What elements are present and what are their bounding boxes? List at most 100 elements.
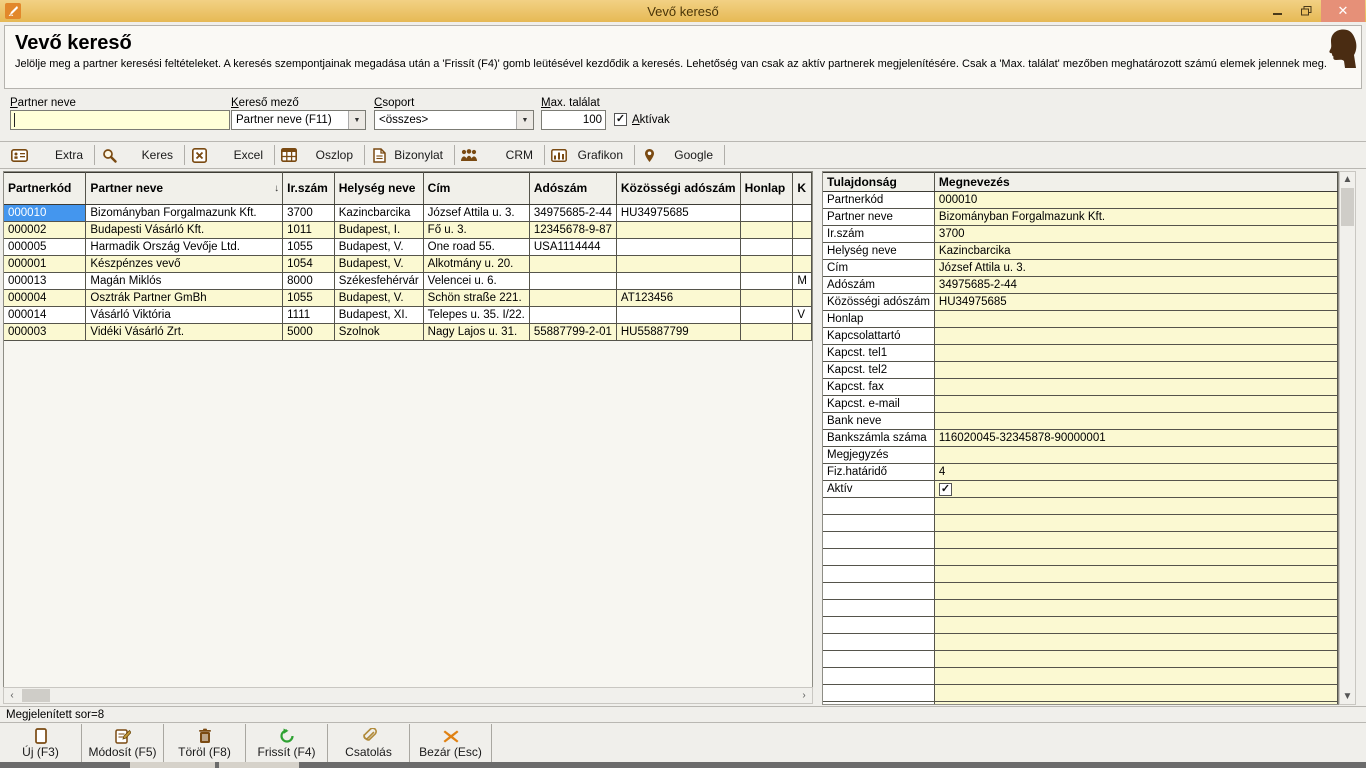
detail-row[interactable]: CímJózsef Attila u. 3. bbox=[823, 260, 1338, 277]
cell[interactable]: Fő u. 3. bbox=[423, 222, 529, 239]
cell[interactable] bbox=[529, 307, 616, 324]
action-button-frissít-f4[interactable]: Frissít (F4) bbox=[246, 724, 328, 762]
cell[interactable]: 3700 bbox=[283, 205, 335, 222]
cell[interactable]: Budapest, V. bbox=[334, 239, 423, 256]
cell[interactable]: Budapest, I. bbox=[334, 222, 423, 239]
scrollbar-thumb[interactable] bbox=[1341, 188, 1354, 226]
toolbar-button-grafikon[interactable]: Grafikon bbox=[548, 143, 631, 167]
cell[interactable]: 5000 bbox=[283, 324, 335, 341]
detail-row[interactable]: Partnerkód000010 bbox=[823, 192, 1338, 209]
detail-row[interactable]: Honlap bbox=[823, 311, 1338, 328]
vertical-scrollbar[interactable]: ▲ ▼ bbox=[1339, 171, 1356, 705]
cell[interactable] bbox=[529, 256, 616, 273]
property-value[interactable] bbox=[934, 447, 1337, 464]
cell[interactable]: 1011 bbox=[283, 222, 335, 239]
toolbar-button-extra[interactable]: Extra bbox=[8, 143, 91, 167]
cell[interactable] bbox=[740, 290, 793, 307]
restore-button[interactable] bbox=[1292, 0, 1321, 22]
detail-row[interactable]: Bankszámla száma116020045-32345878-90000… bbox=[823, 430, 1338, 447]
chevron-down-icon[interactable]: ▼ bbox=[516, 111, 533, 129]
cell[interactable] bbox=[616, 222, 740, 239]
cell[interactable]: 000003 bbox=[4, 324, 86, 341]
minimize-button[interactable] bbox=[1263, 0, 1292, 22]
toolbar-button-oszlop[interactable]: Oszlop bbox=[278, 143, 361, 167]
cell[interactable]: Szolnok bbox=[334, 324, 423, 341]
property-value[interactable]: Kazincbarcika bbox=[934, 243, 1337, 260]
scrollbar-track[interactable] bbox=[20, 688, 796, 703]
cell[interactable] bbox=[740, 239, 793, 256]
cell[interactable]: Harmadik Ország Vevője Ltd. bbox=[86, 239, 283, 256]
column-header[interactable]: Helység neve bbox=[334, 173, 423, 205]
property-value[interactable]: 000010 bbox=[934, 192, 1337, 209]
property-value[interactable]: József Attila u. 3. bbox=[934, 260, 1337, 277]
table-row[interactable]: 000004Osztrák Partner GmBh1055Budapest, … bbox=[4, 290, 812, 307]
cell[interactable] bbox=[529, 273, 616, 290]
scroll-left-icon[interactable]: ‹ bbox=[4, 690, 20, 701]
detail-row[interactable]: Kapcst. tel1 bbox=[823, 345, 1338, 362]
cell[interactable]: Alkotmány u. 20. bbox=[423, 256, 529, 273]
cell[interactable]: 1055 bbox=[283, 290, 335, 307]
cell[interactable] bbox=[616, 273, 740, 290]
property-value[interactable]: 34975685-2-44 bbox=[934, 277, 1337, 294]
cell[interactable]: USA1114444 bbox=[529, 239, 616, 256]
cell[interactable] bbox=[740, 324, 793, 341]
cell[interactable] bbox=[616, 307, 740, 324]
cell[interactable]: 1111 bbox=[283, 307, 335, 324]
close-button[interactable]: ✕ bbox=[1321, 0, 1365, 22]
table-row[interactable]: 000003Vidéki Vásárló Zrt.5000SzolnokNagy… bbox=[4, 324, 812, 341]
cell[interactable] bbox=[793, 324, 812, 341]
property-value[interactable]: 3700 bbox=[934, 226, 1337, 243]
cell[interactable]: AT123456 bbox=[616, 290, 740, 307]
cell[interactable] bbox=[740, 273, 793, 290]
column-header[interactable]: Adószám bbox=[529, 173, 616, 205]
cell[interactable]: József Attila u. 3. bbox=[423, 205, 529, 222]
cell[interactable] bbox=[529, 290, 616, 307]
cell[interactable] bbox=[616, 239, 740, 256]
chevron-down-icon[interactable]: ▼ bbox=[348, 111, 365, 129]
aktivak-checkbox[interactable]: ✓ bbox=[614, 113, 627, 126]
cell[interactable]: 34975685-2-44 bbox=[529, 205, 616, 222]
cell[interactable]: Osztrák Partner GmBh bbox=[86, 290, 283, 307]
toolbar-button-bizonylat[interactable]: Bizonylat bbox=[368, 143, 451, 167]
cell[interactable]: Nagy Lajos u. 31. bbox=[423, 324, 529, 341]
cell[interactable]: Budapest, V. bbox=[334, 256, 423, 273]
cell[interactable] bbox=[740, 256, 793, 273]
property-value[interactable] bbox=[934, 328, 1337, 345]
cell[interactable]: Schön straße 221. bbox=[423, 290, 529, 307]
detail-row[interactable]: Fiz.határidő4 bbox=[823, 464, 1338, 481]
cell[interactable]: Székesfehérvár bbox=[334, 273, 423, 290]
detail-row[interactable]: Partner neveBizományban Forgalmazunk Kft… bbox=[823, 209, 1338, 226]
cell[interactable]: 000010 bbox=[4, 205, 86, 222]
property-value[interactable] bbox=[934, 396, 1337, 413]
cell[interactable]: Készpénzes vevő bbox=[86, 256, 283, 273]
detail-row[interactable]: Bank neve bbox=[823, 413, 1338, 430]
column-header[interactable]: Közösségi adószám bbox=[616, 173, 740, 205]
max-talalat-input[interactable]: 100 bbox=[541, 110, 606, 130]
cell[interactable]: 000014 bbox=[4, 307, 86, 324]
toolbar-button-excel[interactable]: Excel bbox=[188, 143, 271, 167]
cell[interactable]: HU34975685 bbox=[616, 205, 740, 222]
cell[interactable] bbox=[740, 205, 793, 222]
action-button-bezár-esc[interactable]: Bezár (Esc) bbox=[410, 724, 492, 762]
cell[interactable]: Magán Miklós bbox=[86, 273, 283, 290]
property-value[interactable] bbox=[934, 311, 1337, 328]
property-value[interactable]: 116020045-32345878-90000001 bbox=[934, 430, 1337, 447]
cell[interactable]: V bbox=[793, 307, 812, 324]
cell[interactable]: Telepes u. 35. I/22. bbox=[423, 307, 529, 324]
cell[interactable]: 1055 bbox=[283, 239, 335, 256]
cell[interactable]: One road 55. bbox=[423, 239, 529, 256]
cell[interactable]: 000002 bbox=[4, 222, 86, 239]
aktivak-checkbox-row[interactable]: ✓ Aktívak bbox=[614, 113, 670, 126]
toolbar-button-google[interactable]: Google bbox=[638, 143, 721, 167]
cell[interactable]: 1054 bbox=[283, 256, 335, 273]
property-value[interactable]: Bizományban Forgalmazunk Kft. bbox=[934, 209, 1337, 226]
detail-row[interactable]: Megjegyzés bbox=[823, 447, 1338, 464]
aktiv-checkbox[interactable]: ✓ bbox=[939, 483, 952, 496]
scroll-down-icon[interactable]: ▼ bbox=[1340, 691, 1355, 702]
cell[interactable]: Velencei u. 6. bbox=[423, 273, 529, 290]
table-row[interactable]: 000002Budapesti Vásárló Kft.1011Budapest… bbox=[4, 222, 812, 239]
detail-row[interactable]: Kapcst. fax bbox=[823, 379, 1338, 396]
scrollbar-thumb[interactable] bbox=[22, 689, 50, 702]
cell[interactable]: Vidéki Vásárló Zrt. bbox=[86, 324, 283, 341]
cell[interactable]: Bizományban Forgalmazunk Kft. bbox=[86, 205, 283, 222]
